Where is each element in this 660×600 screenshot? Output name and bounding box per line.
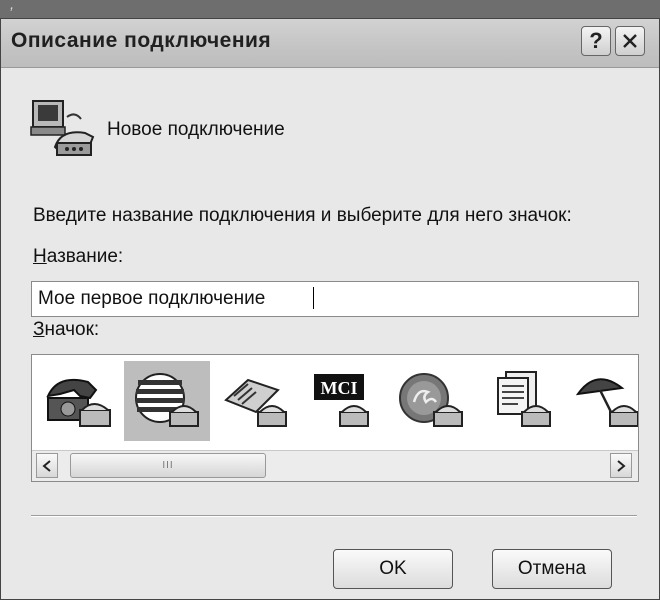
- documents-icon: [497, 371, 551, 427]
- icon-list-scrollbar[interactable]: III: [32, 450, 638, 481]
- icon-option-globe[interactable]: [124, 361, 210, 441]
- globe-stripes-icon: [135, 373, 199, 427]
- icon-option-ge[interactable]: [388, 361, 474, 441]
- umbrella-icon: [575, 378, 638, 427]
- title-bar: Описание подключения ?: [1, 19, 659, 68]
- mci-logo-icon: MCI: [314, 374, 369, 427]
- mci-logo-text: MCI: [321, 378, 358, 398]
- chevron-right-icon: [617, 459, 626, 472]
- fax-icon: [224, 378, 287, 427]
- close-button[interactable]: [615, 26, 645, 56]
- scroll-left-button[interactable]: [36, 453, 58, 478]
- icon-option-telephone[interactable]: [36, 361, 122, 441]
- connection-description-dialog: Описание подключения ? Новое подключение…: [0, 18, 660, 600]
- instruction-text: Введите название подключения и выберите …: [33, 205, 572, 226]
- icon-option-documents[interactable]: [476, 361, 562, 441]
- icon-option-umbrella[interactable]: [564, 361, 638, 441]
- ok-button[interactable]: OK: [333, 549, 453, 589]
- connection-name-input[interactable]: [31, 281, 639, 317]
- icon-list[interactable]: MCI III: [31, 354, 639, 482]
- ge-logo-icon: [399, 373, 463, 427]
- dialup-computer-icon: [30, 100, 95, 156]
- close-icon: [623, 34, 637, 48]
- icon-option-fax[interactable]: [212, 361, 298, 441]
- telephone-icon: [46, 378, 111, 427]
- icon-field-label: Значок:: [33, 319, 100, 340]
- background-strip: ,: [0, 0, 660, 20]
- cancel-button[interactable]: Отмена: [492, 549, 612, 589]
- help-button[interactable]: ?: [581, 26, 611, 56]
- separator: [31, 515, 637, 517]
- connection-name-label: Новое подключение: [107, 119, 285, 140]
- icon-option-mci[interactable]: MCI: [300, 361, 386, 441]
- name-field-label: Название:: [33, 246, 124, 267]
- scrollbar-thumb[interactable]: III: [70, 453, 266, 478]
- chevron-left-icon: [42, 459, 51, 472]
- scroll-right-button[interactable]: [610, 453, 632, 478]
- dialog-title: Описание подключения: [11, 29, 272, 52]
- text-caret: [313, 287, 314, 309]
